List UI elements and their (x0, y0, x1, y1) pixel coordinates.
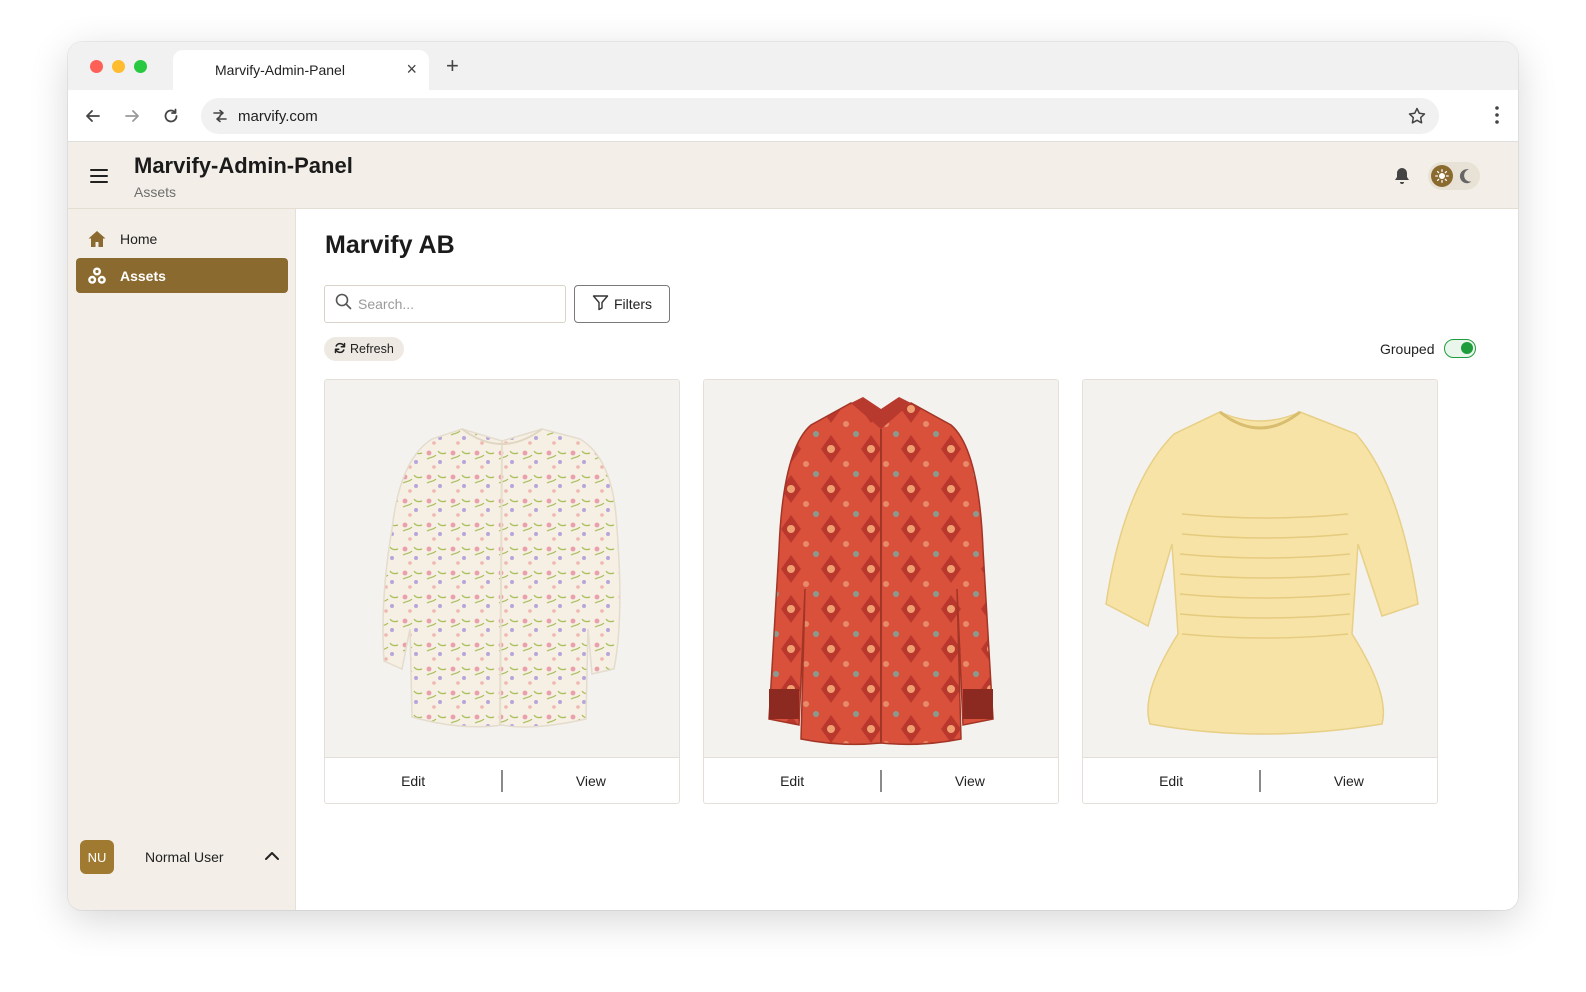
view-button[interactable]: View (503, 773, 679, 789)
asset-card: Edit View (324, 379, 680, 804)
browser-window: Marvify-Admin-Panel × + marvify.com Marv… (68, 42, 1518, 910)
asset-card: Edit View (1082, 379, 1438, 804)
app-breadcrumb: Assets (134, 184, 177, 200)
app-title: Marvify-Admin-Panel (134, 153, 353, 178)
view-button[interactable]: View (1261, 773, 1437, 789)
toggle-knob (1461, 342, 1473, 354)
grouped-label: Grouped (1380, 341, 1435, 357)
main-content: Marvify AB Filters Refresh Grouped (296, 209, 1518, 910)
asset-image-red-paisley-shirt[interactable] (704, 380, 1058, 758)
view-button[interactable]: View (882, 773, 1058, 789)
card-actions: Edit View (325, 758, 679, 803)
reload-icon[interactable] (160, 105, 182, 127)
grouped-toggle[interactable] (1444, 339, 1476, 358)
moon-icon[interactable] (1458, 167, 1474, 190)
red-paisley-shirt-image (768, 396, 994, 745)
card-actions: Edit View (1083, 758, 1437, 803)
sidebar-item-label: Assets (120, 267, 166, 284)
sidebar-item-assets[interactable]: Assets (76, 258, 288, 293)
sidebar: Home Assets NU Normal User (68, 209, 296, 910)
edit-button[interactable]: Edit (1083, 773, 1259, 789)
assets-icon (86, 265, 108, 287)
hamburger-menu-icon[interactable] (90, 168, 108, 189)
search-input[interactable] (358, 296, 548, 312)
user-name: Normal User (145, 849, 224, 865)
refresh-label: Refresh (350, 342, 394, 356)
refresh-button[interactable]: Refresh (324, 337, 404, 361)
chevron-up-icon[interactable] (264, 849, 280, 867)
minimize-window-button[interactable] (112, 60, 125, 73)
notification-bell-icon[interactable] (1393, 166, 1411, 191)
tab-strip: Marvify-Admin-Panel × + (68, 42, 1518, 90)
tab-close-icon[interactable]: × (406, 59, 417, 79)
bookmark-star-icon[interactable] (1407, 106, 1427, 131)
refresh-icon (334, 342, 346, 357)
theme-toggle[interactable] (1428, 162, 1480, 190)
card-actions: Edit View (704, 758, 1058, 803)
forward-icon[interactable] (121, 105, 143, 127)
filters-label: Filters (613, 296, 653, 312)
filters-button[interactable]: Filters (574, 285, 670, 323)
tab-title: Marvify-Admin-Panel (215, 62, 345, 78)
search-box[interactable] (324, 285, 566, 323)
back-icon[interactable] (82, 105, 104, 127)
browser-tab[interactable]: Marvify-Admin-Panel × (173, 50, 429, 90)
avatar: NU (80, 840, 114, 874)
app-header: Marvify-Admin-Panel Assets (68, 142, 1518, 209)
browser-menu-icon[interactable] (1494, 105, 1500, 130)
home-icon (86, 228, 108, 250)
close-window-button[interactable] (90, 60, 103, 73)
edit-button[interactable]: Edit (325, 773, 501, 789)
search-icon (335, 293, 352, 315)
floral-blouse-image (382, 427, 621, 728)
page-title: Marvify AB (325, 231, 455, 259)
asset-image-floral-blouse[interactable] (325, 380, 679, 758)
new-tab-button[interactable]: + (446, 54, 459, 78)
user-menu[interactable]: NU Normal User (80, 839, 280, 875)
site-settings-icon[interactable] (210, 106, 230, 131)
address-bar[interactable]: marvify.com (201, 98, 1439, 134)
edit-button[interactable]: Edit (704, 773, 880, 789)
asset-image-yellow-smocked-top[interactable] (1083, 380, 1437, 758)
sun-icon[interactable] (1431, 165, 1453, 187)
filter-icon (592, 294, 609, 314)
sidebar-item-home[interactable]: Home (76, 221, 288, 256)
asset-card: Edit View (703, 379, 1059, 804)
maximize-window-button[interactable] (134, 60, 147, 73)
yellow-smocked-top-image (1105, 410, 1419, 735)
browser-toolbar: marvify.com (68, 90, 1518, 142)
sidebar-item-label: Home (120, 230, 158, 247)
url-text: marvify.com (238, 107, 318, 125)
